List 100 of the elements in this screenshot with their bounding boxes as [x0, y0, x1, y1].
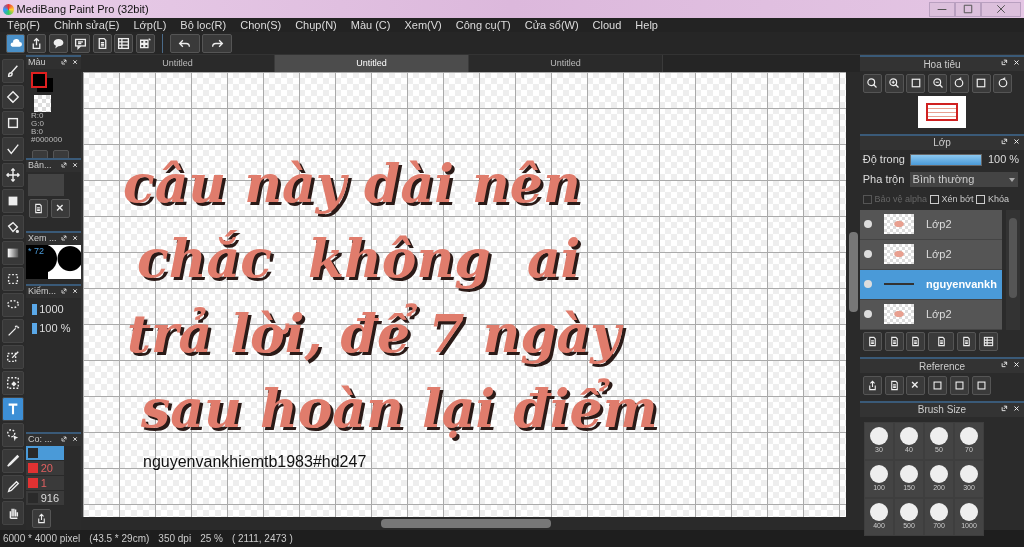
navigator-button[interactable]: [884, 73, 904, 93]
color-list-row[interactable]: [26, 446, 64, 461]
menu-item[interactable]: Chụp(N): [288, 18, 344, 32]
reference-button[interactable]: [971, 375, 991, 395]
popout-button[interactable]: [61, 288, 70, 296]
tool-button[interactable]: [2, 475, 24, 499]
tool-button[interactable]: [2, 215, 24, 239]
tool-button[interactable]: [2, 345, 24, 369]
checkbox[interactable]: Xén bớt: [929, 192, 974, 207]
layer-button[interactable]: [978, 332, 998, 352]
navigator-button[interactable]: [993, 73, 1013, 93]
close-button[interactable]: [72, 235, 79, 243]
toolbar-button[interactable]: [202, 33, 233, 53]
popout-button[interactable]: [61, 235, 70, 243]
navigator-button[interactable]: [971, 73, 991, 93]
document-tab[interactable]: Untitled: [275, 55, 469, 72]
tool-button[interactable]: [2, 189, 24, 213]
toolbar-button[interactable]: [92, 33, 112, 53]
delete-brush-button[interactable]: [50, 198, 70, 218]
toolbar-button[interactable]: [136, 33, 155, 53]
layer-button[interactable]: [884, 332, 904, 352]
opacity-label: Độ trong: [862, 152, 905, 168]
scroll-thumb[interactable]: [1009, 217, 1017, 298]
tool-button[interactable]: [2, 59, 24, 83]
window-maximize-button[interactable]: [955, 1, 982, 17]
toolbar-button[interactable]: [169, 33, 200, 53]
color-list-row[interactable]: 1: [26, 476, 64, 491]
menu-item[interactable]: Xem(V): [397, 18, 449, 32]
reference-button[interactable]: [884, 375, 904, 395]
tool-button[interactable]: [2, 423, 24, 447]
menu-item[interactable]: Tệp(F): [0, 18, 47, 32]
close-button[interactable]: [72, 436, 79, 444]
opacity-slider[interactable]: [911, 154, 982, 165]
scroll-thumb[interactable]: [848, 232, 858, 312]
toolbar-button[interactable]: [5, 33, 25, 53]
visibility-icon[interactable]: [864, 250, 872, 258]
layer-row[interactable]: Lớp2: [860, 299, 1002, 330]
menu-item[interactable]: Help: [628, 18, 665, 32]
tool-button[interactable]: [2, 371, 24, 395]
layer-button[interactable]: [862, 332, 882, 352]
tool-button[interactable]: [2, 85, 24, 109]
new-brush-button[interactable]: [28, 198, 48, 218]
navigator-button[interactable]: [928, 73, 947, 93]
toolbar-button[interactable]: [70, 33, 90, 53]
menu-item[interactable]: Cửa sổ(W): [517, 18, 586, 32]
close-button[interactable]: [72, 162, 79, 170]
tool-button[interactable]: [2, 137, 24, 161]
layer-button[interactable]: [906, 332, 926, 352]
tool-button[interactable]: [2, 241, 24, 265]
layer-button[interactable]: [956, 332, 976, 352]
scroll-thumb[interactable]: [381, 519, 551, 528]
toolbar-button[interactable]: [27, 33, 47, 53]
transparent-swatch[interactable]: [34, 95, 51, 112]
navigator-button[interactable]: [862, 73, 882, 93]
popout-button[interactable]: [61, 436, 70, 444]
upload-button[interactable]: [31, 508, 51, 528]
window-close-button[interactable]: [981, 1, 1022, 17]
menu-item[interactable]: Màu (C): [343, 18, 398, 32]
checkbox[interactable]: Khóa: [976, 192, 1009, 207]
popout-button[interactable]: [61, 162, 70, 170]
layer-row[interactable]: Lớp2: [860, 239, 1002, 270]
menu-item[interactable]: Chọn(S): [233, 18, 289, 32]
tool-button[interactable]: [2, 293, 24, 317]
tool-button[interactable]: [2, 267, 24, 291]
tool-button[interactable]: [2, 163, 24, 187]
tool-button[interactable]: [2, 501, 24, 525]
popout-icon: [61, 288, 70, 296]
visibility-icon[interactable]: [864, 220, 872, 228]
tool-button[interactable]: [2, 319, 24, 343]
reference-button[interactable]: [906, 375, 926, 395]
close-button[interactable]: [72, 59, 79, 67]
reference-button[interactable]: [928, 375, 947, 395]
document-tab[interactable]: Untitled: [81, 55, 275, 72]
close-button[interactable]: [72, 288, 79, 296]
visibility-icon[interactable]: [864, 310, 872, 318]
navigator-button[interactable]: [949, 73, 969, 93]
document-icon: [935, 336, 947, 348]
color-swatch-drawing[interactable]: [31, 72, 53, 92]
document-tab[interactable]: Untitled: [469, 55, 663, 72]
blend-dropdown[interactable]: Bình thường: [909, 172, 1018, 187]
document-icon: [888, 336, 900, 348]
tool-button[interactable]: [2, 449, 24, 473]
tool-button[interactable]: [2, 111, 24, 135]
color-list-row[interactable]: 916: [26, 491, 64, 506]
toolbar-button[interactable]: [114, 33, 134, 53]
canvas[interactable]: câu này dài nên chắc không ai trả lời, để 7 ngày sau hoàn lại điểm nguyenvankhiemtb1983#hd247: [83, 72, 846, 517]
menu-item[interactable]: Cloud: [585, 18, 629, 32]
menu-item[interactable]: Bộ lọc(R): [173, 18, 234, 32]
layer-row[interactable]: Lớp2: [860, 209, 1002, 240]
menu-item[interactable]: Lớp(L): [126, 18, 174, 32]
reference-button[interactable]: [949, 375, 969, 395]
tool-button[interactable]: [2, 397, 24, 421]
popout-button[interactable]: [61, 59, 70, 67]
menu-item[interactable]: Công cụ(T): [448, 18, 518, 32]
reference-button[interactable]: [862, 375, 882, 395]
layer-button[interactable]: [928, 332, 954, 352]
toolbar-button[interactable]: [49, 33, 68, 53]
navigator-button[interactable]: [906, 73, 926, 93]
layer-name: Lớp2: [926, 306, 952, 322]
menu-item[interactable]: Chỉnh sửa(E): [47, 18, 127, 32]
